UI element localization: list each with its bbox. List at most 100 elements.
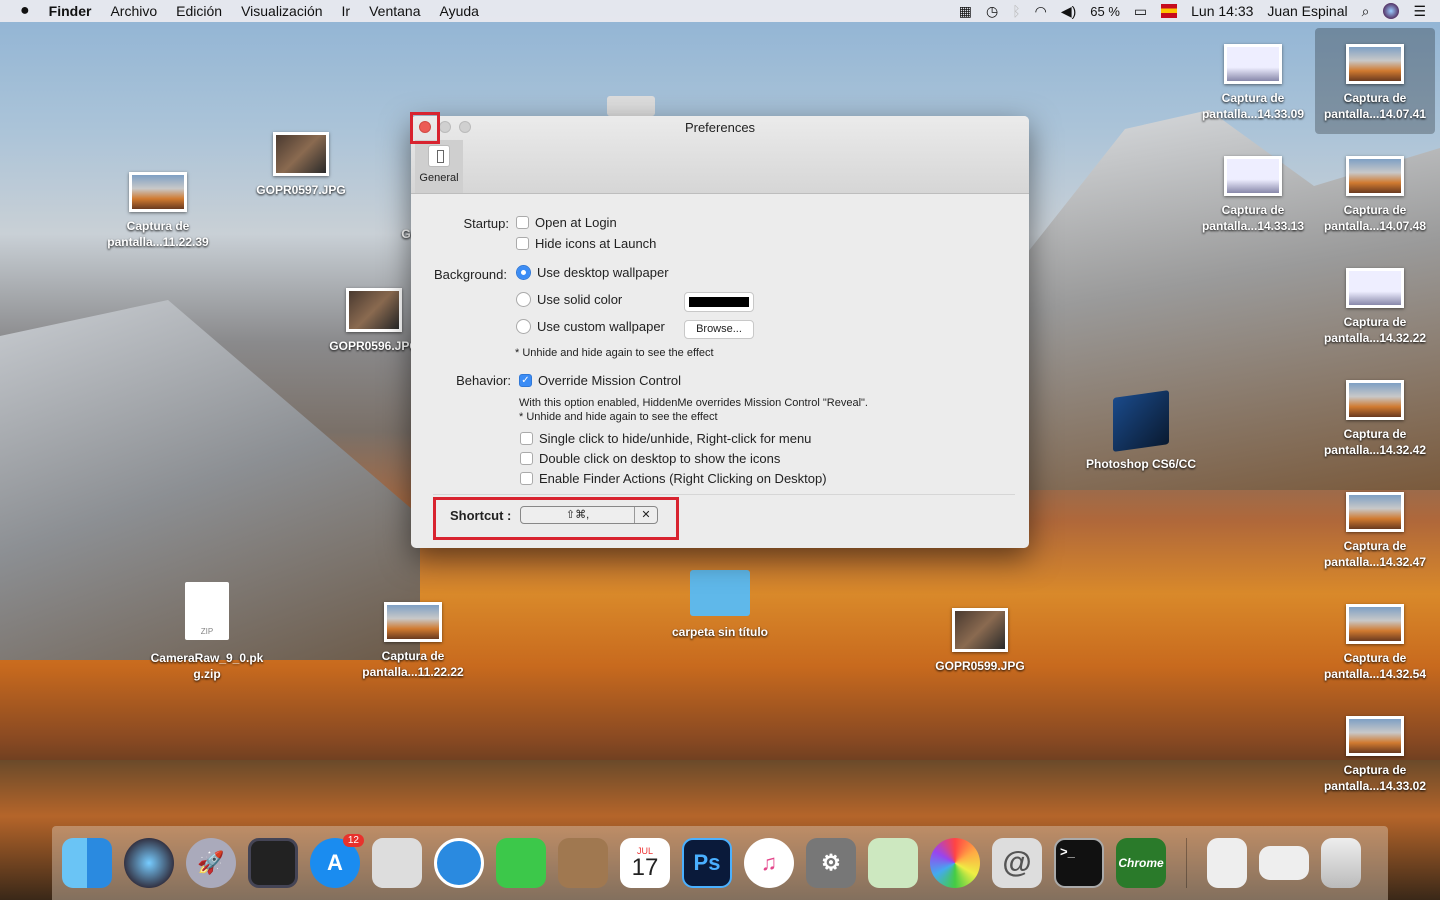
dock-photoshop[interactable]: Ps	[682, 838, 732, 888]
input-source-flag-icon[interactable]	[1161, 4, 1178, 18]
dock-itunes[interactable]: ♫	[744, 838, 794, 888]
siri-icon[interactable]	[1383, 3, 1400, 19]
desktop-icon[interactable]: Captura de pantalla...14.32.47	[1315, 492, 1435, 570]
time-machine-icon[interactable]: ◷	[986, 3, 998, 20]
custom-wallpaper-radio[interactable]: Use custom wallpaper	[516, 319, 665, 334]
thumbnail	[1346, 492, 1404, 532]
behavior-label: Behavior:	[456, 373, 511, 388]
folder-icon	[690, 570, 750, 616]
clock[interactable]: Lun 14:33	[1191, 3, 1253, 19]
apple-menu-icon[interactable]: ●	[20, 2, 30, 20]
menu-bar: ● Finder Archivo Edición Visualización I…	[0, 0, 1440, 22]
desktop-icon[interactable]: Captura de pantalla...14.32.42	[1315, 380, 1435, 458]
dock-calendar[interactable]: JUL 17	[620, 838, 670, 888]
window-title: Preferences	[684, 120, 756, 135]
desktop-icon[interactable]: Captura de pantalla...14.07.48	[1315, 156, 1435, 234]
desktop-icon[interactable]: Captura de pantalla...11.22.39	[98, 172, 218, 250]
spotlight-icon[interactable]: ⌕	[1362, 3, 1370, 20]
dock-downloads[interactable]	[1207, 838, 1247, 888]
thumbnail	[346, 288, 402, 332]
volume-icon[interactable]: ◀)	[1061, 3, 1076, 20]
tab-general[interactable]: General	[415, 140, 463, 193]
dock-contacts[interactable]	[558, 838, 608, 888]
desktop-icon[interactable]: Captura de pantalla...14.33.13	[1193, 156, 1313, 234]
dock-maps[interactable]	[868, 838, 918, 888]
dock-photos[interactable]	[930, 838, 980, 888]
double-click-checkbox[interactable]: Double click on desktop to show the icon…	[520, 451, 780, 466]
override-description: With this option enabled, HiddenMe overr…	[519, 397, 868, 409]
battery-percent[interactable]: 65 %	[1090, 4, 1120, 19]
desktop-icon[interactable]: Captura de pantalla...14.32.54	[1315, 604, 1435, 682]
menu-ventana[interactable]: Ventana	[369, 3, 420, 19]
desktop-icon[interactable]: Photoshop CS6/CC	[1081, 390, 1201, 472]
toolbar: Preferences General	[411, 116, 1029, 194]
dock: 🚀 A 12 JUL 17 Ps ♫ ⚙ @ >_ Chrome	[52, 826, 1388, 900]
notification-center-icon[interactable]: ☰	[1413, 3, 1426, 20]
folder-icon	[1113, 390, 1169, 452]
dock-facetime[interactable]	[496, 838, 546, 888]
desktop-wallpaper-radio[interactable]: Use desktop wallpaper	[516, 265, 669, 280]
menu-ayuda[interactable]: Ayuda	[439, 3, 478, 19]
shortcut-value[interactable]: ⇧⌘,	[521, 507, 635, 523]
dock-app-store[interactable]: A 12	[310, 834, 364, 888]
background-label: Background:	[434, 267, 507, 282]
clear-shortcut-button[interactable]: ✕	[635, 507, 657, 523]
thumbnail	[1346, 268, 1404, 308]
thumbnail	[1346, 716, 1404, 756]
dock-keyboard-viewer[interactable]	[1259, 846, 1309, 880]
dock-mail[interactable]: @	[992, 838, 1042, 888]
menu-edicion[interactable]: Edición	[176, 3, 222, 19]
dock-terminal[interactable]: >_	[1054, 838, 1104, 888]
desktop-icon[interactable]: carpeta sin título	[660, 570, 780, 640]
shortcut-recorder[interactable]: ⇧⌘, ✕	[520, 506, 658, 524]
dock-finder[interactable]	[62, 838, 112, 888]
thumbnail	[1346, 604, 1404, 644]
menu-ir[interactable]: Ir	[342, 3, 351, 19]
wifi-icon[interactable]: ◠	[1035, 3, 1047, 20]
dock-preview[interactable]	[372, 838, 422, 888]
solid-color-radio[interactable]: Use solid color	[516, 292, 622, 307]
thumbnail	[1224, 44, 1282, 84]
desktop-icon[interactable]: ZIP CameraRaw_9_0.pkg.zip	[147, 582, 267, 682]
thumbnail	[129, 172, 187, 212]
dock-separator	[1186, 838, 1187, 888]
desktop-icon[interactable]: Captura de pantalla...14.33.09	[1193, 44, 1313, 122]
hide-icons-launch-checkbox[interactable]: Hide icons at Launch	[516, 236, 656, 251]
desktop-icon[interactable]: Captura de pantalla...14.32.22	[1315, 268, 1435, 346]
bluetooth-icon[interactable]: ᛒ	[1012, 3, 1020, 19]
divider	[433, 494, 1015, 495]
thumbnail	[1224, 156, 1282, 196]
thumbnail	[952, 608, 1008, 652]
user-name[interactable]: Juan Espinal	[1267, 3, 1347, 19]
dock-safari[interactable]	[434, 838, 484, 888]
dock-trash[interactable]	[1321, 838, 1361, 888]
single-click-checkbox[interactable]: Single click to hide/unhide, Right-click…	[520, 431, 811, 446]
thumbnail	[273, 132, 329, 176]
dock-launchpad[interactable]: 🚀	[186, 838, 236, 888]
desktop-icon[interactable]: GO	[340, 226, 420, 242]
desktop-icon[interactable]: GOPR0597.JPG	[241, 132, 361, 198]
menu-visualizacion[interactable]: Visualización	[241, 3, 322, 19]
browse-button[interactable]: Browse...	[684, 320, 754, 339]
dock-system-preferences[interactable]: ⚙	[806, 838, 856, 888]
menu-archivo[interactable]: Archivo	[110, 3, 157, 19]
finder-actions-checkbox[interactable]: Enable Finder Actions (Right Clicking on…	[520, 471, 827, 486]
desktop-icon[interactable]: Captura de pantalla...14.33.02	[1315, 716, 1435, 794]
override-mission-control-checkbox[interactable]: ✓ Override Mission Control	[519, 373, 681, 388]
hiddenme-icon[interactable]: ▦	[959, 3, 972, 20]
desktop-icon[interactable]: Captura de pantalla...14.07.41	[1315, 28, 1435, 134]
preferences-window: Preferences General Startup: Open at Log…	[410, 112, 1029, 548]
dock-mission-control[interactable]	[248, 838, 298, 888]
thumbnail	[1346, 44, 1404, 84]
battery-icon[interactable]: ▭	[1134, 3, 1147, 20]
note-override: * Unhide and hide again to see the effec…	[519, 411, 718, 423]
open-at-login-checkbox[interactable]: Open at Login	[516, 215, 617, 230]
color-well[interactable]	[684, 292, 754, 312]
dock-chrome[interactable]: Chrome	[1116, 838, 1166, 888]
menu-finder[interactable]: Finder	[49, 3, 92, 19]
shortcut-label: Shortcut :	[450, 508, 512, 523]
desktop-icon[interactable]: Captura de pantalla...11.22.22	[353, 602, 473, 680]
desktop-icon[interactable]: GOPR0599.JPG	[920, 608, 1040, 674]
dock-siri[interactable]	[124, 838, 174, 888]
drive-icon[interactable]	[607, 96, 655, 116]
